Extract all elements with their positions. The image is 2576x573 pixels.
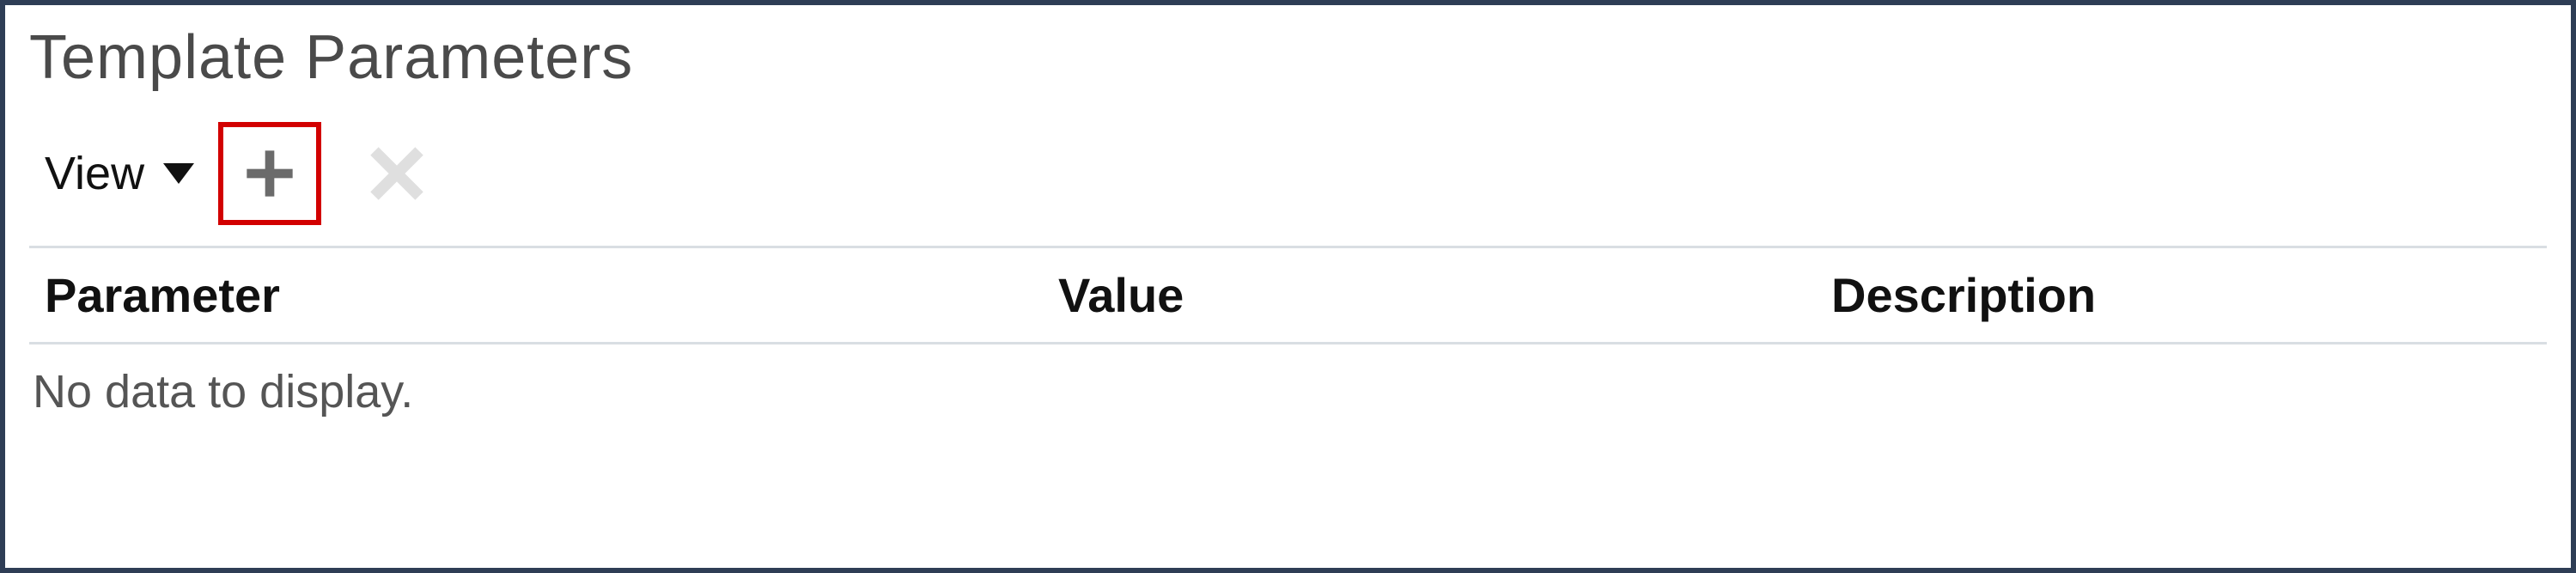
chevron-down-icon — [163, 163, 194, 184]
column-header-value[interactable]: Value — [1058, 267, 1831, 323]
add-button[interactable] — [218, 122, 321, 225]
table-header: Parameter Value Description — [29, 248, 2547, 344]
table-empty-message: No data to display. — [29, 344, 2547, 439]
toolbar: View — [29, 117, 2547, 246]
close-icon — [369, 146, 424, 201]
plus-icon — [242, 146, 297, 201]
delete-button[interactable] — [345, 122, 448, 225]
panel-title: Template Parameters — [29, 22, 2547, 93]
column-header-description[interactable]: Description — [1831, 267, 2531, 323]
view-menu-label: View — [45, 147, 144, 200]
view-menu[interactable]: View — [45, 147, 194, 200]
parameters-table: Parameter Value Description No data to d… — [29, 246, 2547, 439]
column-header-parameter[interactable]: Parameter — [45, 267, 1058, 323]
